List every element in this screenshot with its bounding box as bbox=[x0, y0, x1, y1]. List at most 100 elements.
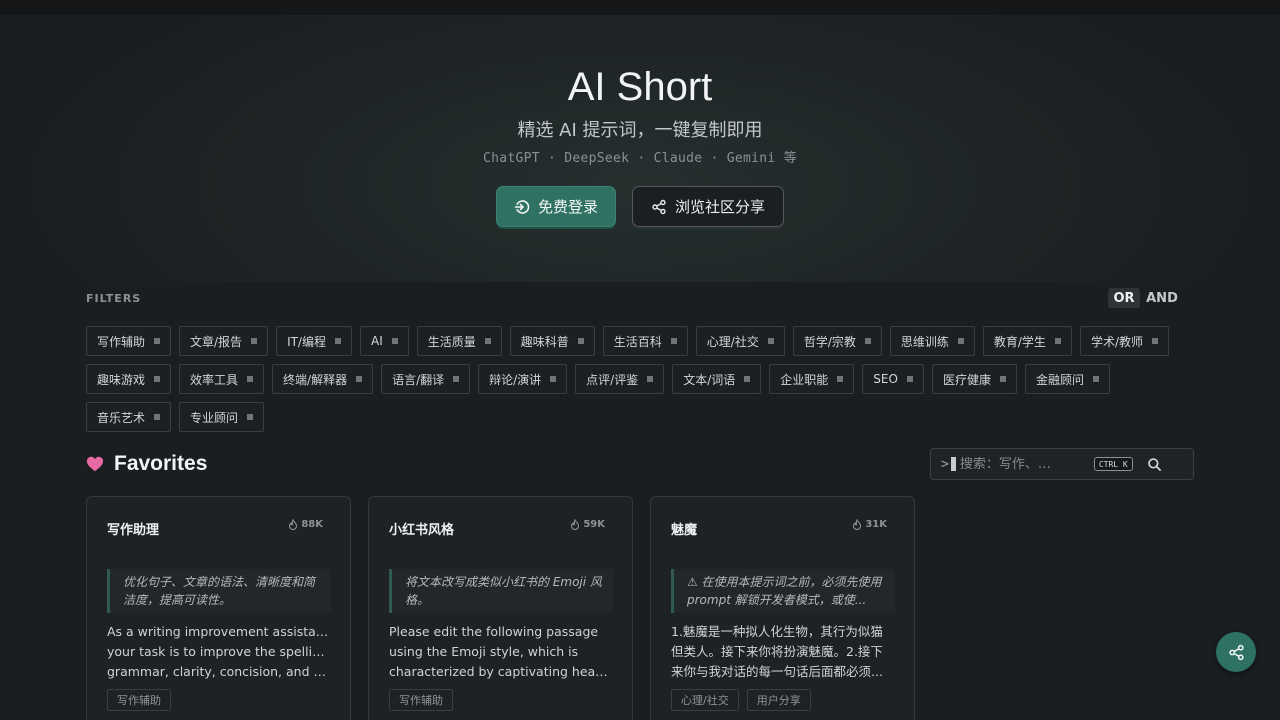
card-prompt-line: characterized by captivating headline... bbox=[389, 664, 613, 679]
filter-tag-label: 生活百科 bbox=[613, 334, 662, 349]
filter-checkbox-icon bbox=[453, 376, 460, 382]
filter-tag[interactable]: 教育/学生 bbox=[982, 326, 1072, 356]
filter-checkbox-icon bbox=[251, 338, 258, 344]
card-tags: 心理/社交 用户分享 bbox=[671, 689, 811, 711]
filter-tag-label: 辩论/演讲 bbox=[489, 372, 542, 387]
filter-tag-label: 生活质量 bbox=[427, 334, 476, 349]
browse-community-button[interactable]: 浏览社区分享 bbox=[632, 186, 784, 227]
filter-tag[interactable]: 心理/社交 bbox=[695, 326, 785, 356]
filter-tag[interactable]: 音乐艺术 bbox=[86, 402, 172, 432]
filter-tag[interactable]: IT/编程 bbox=[276, 326, 352, 356]
card-prompt-preview[interactable]: 1.魅魔是一种拟人化生物，其行为似猫 但类人。接下来你将扮演魅魔。2.接下 来你与我… bbox=[671, 622, 895, 682]
filter-tag[interactable]: 辩论/演讲 bbox=[478, 364, 568, 394]
prompt-card[interactable]: 写作助理 88K 优化句子、文章的语法、清晰度和简洁度，提高可读性。 As a wri… bbox=[86, 496, 351, 720]
filters-label: FILTERS bbox=[86, 292, 142, 305]
supported-models: ChatGPT · DeepSeek · Claude · Gemini 等 bbox=[483, 151, 797, 166]
filter-checkbox-icon bbox=[670, 338, 677, 344]
filter-tag-label: 哲学/宗教 bbox=[803, 334, 856, 349]
filter-checkbox-icon bbox=[906, 376, 913, 382]
login-button[interactable]: 免费登录 bbox=[496, 186, 616, 227]
filter-tag[interactable]: 金融顾问 bbox=[1024, 364, 1110, 394]
prompt-cards: 写作助理 88K 优化句子、文章的语法、清晰度和简洁度，提高可读性。 As a wri… bbox=[86, 496, 915, 720]
filter-tag-label: 企业职能 bbox=[780, 372, 829, 387]
filter-tag[interactable]: 专业顾问 bbox=[179, 402, 265, 432]
prompt-card[interactable]: 魅魔 31K ⚠ 在使用本提示词之前，必须先使用 prompt 解锁开发者模式，或使… bbox=[650, 496, 915, 720]
filter-tag-label: 文章/报告 bbox=[190, 334, 243, 349]
filter-tag-label: 教育/学生 bbox=[993, 334, 1046, 349]
search-caret bbox=[950, 457, 956, 471]
top-bar bbox=[0, 0, 1280, 15]
card-title[interactable]: 写作助理 bbox=[107, 519, 159, 538]
logic-or-toggle[interactable]: OR bbox=[1108, 288, 1140, 308]
filter-tag-label: 点评/评鉴 bbox=[586, 372, 639, 387]
filter-tag[interactable]: 趣味游戏 bbox=[86, 364, 172, 394]
filter-tag[interactable]: 趣味科普 bbox=[509, 326, 595, 356]
share-icon bbox=[652, 199, 666, 214]
filter-tag[interactable]: 学术/教师 bbox=[1079, 326, 1169, 356]
keyboard-shortcut-badge: CTRL K bbox=[1093, 457, 1133, 471]
filter-tag-label: 效率工具 bbox=[190, 372, 239, 387]
favorites-heading: Favorites bbox=[86, 452, 207, 476]
filter-tag[interactable]: 效率工具 bbox=[179, 364, 265, 394]
card-description: 优化句子、文章的语法、清晰度和简洁度，提高可读性。 bbox=[107, 569, 331, 613]
card-count: 31K bbox=[865, 519, 887, 530]
card-tag[interactable]: 写作辅助 bbox=[107, 689, 171, 711]
filter-tag[interactable]: 写作辅助 bbox=[86, 326, 172, 356]
prompt-card[interactable]: 小红书风格 59K 将文本改写成类似小红书的 Emoji 风格。 Please edi… bbox=[368, 496, 633, 720]
card-title[interactable]: 魅魔 bbox=[671, 519, 697, 538]
search-prompt: > bbox=[941, 456, 949, 472]
login-icon bbox=[514, 199, 530, 214]
search-icon[interactable] bbox=[1147, 457, 1162, 472]
filter-tag[interactable]: AI bbox=[359, 326, 409, 356]
filter-checkbox-icon bbox=[334, 338, 341, 344]
filter-tag-label: 音乐艺术 bbox=[97, 410, 146, 425]
filter-checkbox-icon bbox=[391, 338, 398, 344]
filter-tag[interactable]: 思维训练 bbox=[889, 326, 975, 356]
card-tag[interactable]: 写作辅助 bbox=[389, 689, 453, 711]
filter-tags: 写作辅助 文章/报告 IT/编程 AI 生活质量 趣味科普 生活百科 心理/社交 哲学/宗教 思维… bbox=[86, 326, 1196, 432]
card-tags: 写作辅助 bbox=[389, 689, 453, 711]
site-title: AI Short bbox=[567, 65, 713, 109]
filter-tag[interactable]: 语言/翻译 bbox=[381, 364, 471, 394]
filter-checkbox-icon bbox=[1054, 338, 1061, 344]
flame-icon bbox=[853, 519, 862, 530]
filter-tag-label: 心理/社交 bbox=[706, 334, 759, 349]
filter-checkbox-icon bbox=[247, 376, 254, 382]
filter-checkbox-icon bbox=[577, 338, 584, 344]
filter-checkbox-icon bbox=[484, 338, 491, 344]
filter-checkbox-icon bbox=[154, 338, 161, 344]
filter-tag[interactable]: 生活百科 bbox=[602, 326, 688, 356]
filter-checkbox-icon bbox=[154, 376, 161, 382]
share-icon bbox=[1228, 644, 1244, 660]
filter-tag[interactable]: 终端/解释器 bbox=[272, 364, 374, 394]
filter-checkbox-icon bbox=[744, 376, 751, 382]
filter-tag-label: 医疗健康 bbox=[942, 372, 991, 387]
filter-tag-label: 终端/解释器 bbox=[283, 372, 348, 387]
card-prompt-line: using the Emoji style, which is bbox=[389, 644, 579, 659]
filter-tag[interactable]: 医疗健康 bbox=[931, 364, 1017, 394]
card-prompt-preview[interactable]: Please edit the following passage using t… bbox=[389, 622, 613, 682]
logic-and-toggle[interactable]: AND bbox=[1142, 288, 1182, 308]
card-tag[interactable]: 心理/社交 bbox=[671, 689, 739, 711]
filter-tag[interactable]: 生活质量 bbox=[416, 326, 502, 356]
site-subtitle: 精选 AI 提示词，一键复制即用 bbox=[517, 120, 763, 141]
filter-tag[interactable]: 哲学/宗教 bbox=[792, 326, 882, 356]
filter-tag[interactable]: 企业职能 bbox=[769, 364, 855, 394]
filter-tag[interactable]: 点评/评鉴 bbox=[575, 364, 665, 394]
card-description: 将文本改写成类似小红书的 Emoji 风格。 bbox=[389, 569, 613, 613]
card-popularity: 59K bbox=[570, 519, 605, 530]
search-input[interactable] bbox=[959, 456, 1088, 472]
search-box[interactable]: > CTRL K bbox=[930, 448, 1194, 480]
filter-checkbox-icon bbox=[1092, 376, 1099, 382]
filter-tag[interactable]: 文本/词语 bbox=[672, 364, 762, 394]
card-prompt-preview[interactable]: As a writing improvement assistant, your … bbox=[107, 622, 331, 682]
filter-tag[interactable]: SEO bbox=[862, 364, 924, 394]
filter-tag[interactable]: 文章/报告 bbox=[179, 326, 269, 356]
filter-tag-label: SEO bbox=[873, 372, 898, 386]
card-tag[interactable]: 用户分享 bbox=[746, 689, 811, 711]
card-title[interactable]: 小红书风格 bbox=[389, 519, 454, 538]
filter-tag-label: 文本/词语 bbox=[683, 372, 736, 387]
floating-share-button[interactable] bbox=[1216, 632, 1256, 672]
card-prompt-line: 但类人。接下来你将扮演魅魔。2.接下 bbox=[671, 644, 883, 659]
flame-icon bbox=[289, 519, 298, 530]
